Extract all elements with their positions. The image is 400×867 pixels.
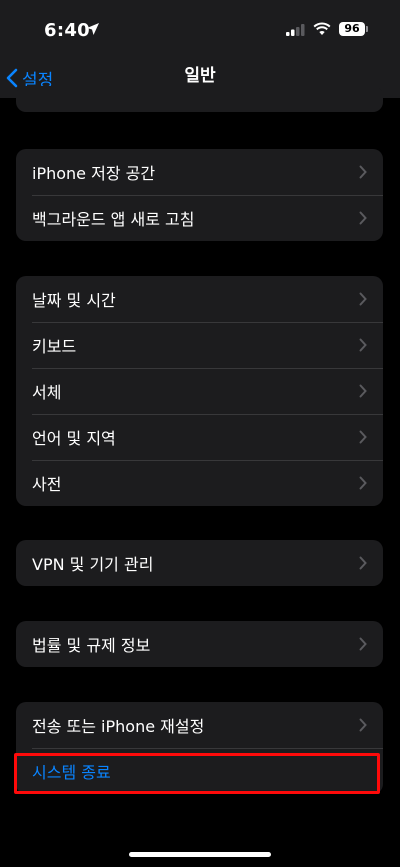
row-transfer-reset[interactable]: 전송 또는 iPhone 재설정 [16,702,383,748]
settings-group-locale: 날짜 및 시간 키보드 서체 언어 및 지역 사전 [16,276,383,506]
shut-down-button[interactable]: 시스템 종료 [16,748,383,794]
chevron-left-icon [6,68,18,88]
status-time: 6:40 [44,20,90,41]
status-bar: 6:40 96 [0,0,400,58]
row-date-time[interactable]: 날짜 및 시간 [16,276,383,322]
row-background-app-refresh[interactable]: 백그라운드 앱 새로 고침 [16,195,383,241]
chevron-right-icon [359,211,367,225]
wifi-icon [313,22,331,35]
settings-group-storage: iPhone 저장 공간 백그라운드 앱 새로 고침 [16,149,383,241]
chevron-right-icon [359,476,367,490]
settings-group-vpn: VPN 및 기기 관리 [16,540,383,586]
settings-group-partial [16,86,383,112]
row-label: 시스템 종료 [32,763,111,782]
cellular-signal-icon [286,24,305,36]
row-fonts[interactable]: 서체 [16,368,383,414]
row-label: 언어 및 지역 [32,429,116,448]
row-language-region[interactable]: 언어 및 지역 [16,414,383,460]
chevron-right-icon [359,430,367,444]
chevron-right-icon [359,637,367,651]
row-label: VPN 및 기기 관리 [32,555,154,574]
row-label: 전송 또는 iPhone 재설정 [32,717,205,736]
row-label: 키보드 [32,337,77,356]
chevron-right-icon [359,718,367,732]
chevron-right-icon [359,556,367,570]
settings-group-reset: 전송 또는 iPhone 재설정 시스템 종료 [16,702,383,794]
row-label: 날짜 및 시간 [32,291,116,310]
settings-group-legal: 법률 및 규제 정보 [16,621,383,667]
chevron-right-icon [359,338,367,352]
chevron-right-icon [359,165,367,179]
row-label: 법률 및 규제 정보 [32,636,151,655]
row-iphone-storage[interactable]: iPhone 저장 공간 [16,149,383,195]
row-legal-regulatory[interactable]: 법률 및 규제 정보 [16,621,383,667]
row-dictionary[interactable]: 사전 [16,460,383,506]
row-keyboard[interactable]: 키보드 [16,322,383,368]
chevron-right-icon [359,292,367,306]
battery-indicator: 96 [339,22,365,36]
battery-level: 96 [344,22,360,35]
row-vpn-device-management[interactable]: VPN 및 기기 관리 [16,540,383,586]
chevron-right-icon [359,384,367,398]
row-label: iPhone 저장 공간 [32,164,156,183]
row-label: 서체 [32,383,62,402]
row-label: 사전 [32,475,62,494]
row-label: 백그라운드 앱 새로 고침 [32,210,195,229]
home-indicator[interactable] [129,852,271,857]
battery-tip [366,26,368,32]
location-arrow-icon [87,23,99,35]
